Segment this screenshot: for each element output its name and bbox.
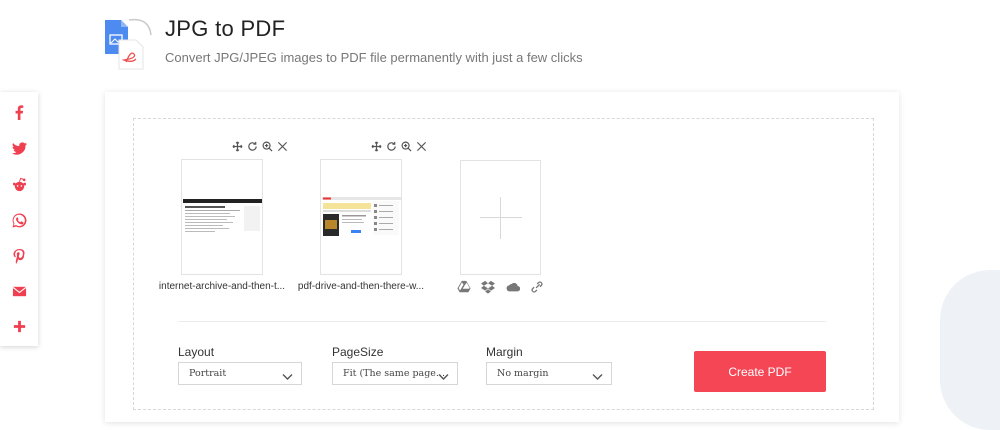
- file-thumbnail[interactable]: [181, 159, 263, 275]
- add-file-button[interactable]: [460, 160, 541, 275]
- whatsapp-icon[interactable]: [0, 210, 38, 230]
- dropbox-icon[interactable]: [481, 280, 495, 294]
- divider: [178, 321, 826, 322]
- margin-select[interactable]: No margin: [486, 362, 612, 385]
- layout-value: Portrait: [189, 368, 227, 379]
- layout-select[interactable]: Portrait: [178, 362, 302, 385]
- margin-value: No margin: [497, 368, 549, 379]
- remove-icon[interactable]: [277, 141, 288, 152]
- share-sidebar: [0, 92, 38, 346]
- file-toolbar: [232, 141, 288, 152]
- file-name: pdf-drive-and-then-there-w...: [297, 281, 425, 292]
- rotate-icon[interactable]: [386, 141, 397, 152]
- remove-icon[interactable]: [416, 141, 427, 152]
- pagesize-value: Fit (The same page...: [343, 368, 445, 379]
- pinterest-icon[interactable]: [0, 246, 38, 266]
- chevron-down-icon: [592, 368, 603, 380]
- chevron-down-icon: [438, 368, 449, 380]
- margin-label: Margin: [486, 345, 523, 359]
- more-share-icon[interactable]: [0, 316, 38, 336]
- file-name: internet-archive-and-then-t...: [158, 281, 286, 292]
- pagesize-label: PageSize: [332, 345, 384, 359]
- onedrive-icon[interactable]: [506, 280, 521, 294]
- file-thumbnail[interactable]: [320, 159, 402, 275]
- jpg-to-pdf-icon: [104, 16, 156, 70]
- url-link-icon[interactable]: [530, 280, 544, 294]
- page-title: JPG to PDF: [165, 16, 286, 41]
- rotate-icon[interactable]: [247, 141, 258, 152]
- zoom-icon[interactable]: [401, 141, 412, 152]
- layout-label: Layout: [178, 345, 215, 359]
- file-toolbar: [371, 141, 427, 152]
- email-icon[interactable]: [0, 281, 38, 301]
- create-pdf-button[interactable]: Create PDF: [694, 351, 826, 392]
- pagesize-select[interactable]: Fit (The same page...: [332, 362, 458, 385]
- facebook-icon[interactable]: [0, 102, 38, 122]
- background-decoration: [940, 270, 1000, 430]
- plus-icon: [480, 217, 522, 218]
- twitter-icon[interactable]: [0, 138, 38, 158]
- reddit-icon[interactable]: [0, 174, 38, 194]
- move-icon[interactable]: [232, 141, 243, 152]
- zoom-icon[interactable]: [262, 141, 273, 152]
- page-subtitle: Convert JPG/JPEG images to PDF file perm…: [165, 50, 583, 65]
- chevron-down-icon: [282, 368, 293, 380]
- move-icon[interactable]: [371, 141, 382, 152]
- google-drive-icon[interactable]: [457, 280, 471, 294]
